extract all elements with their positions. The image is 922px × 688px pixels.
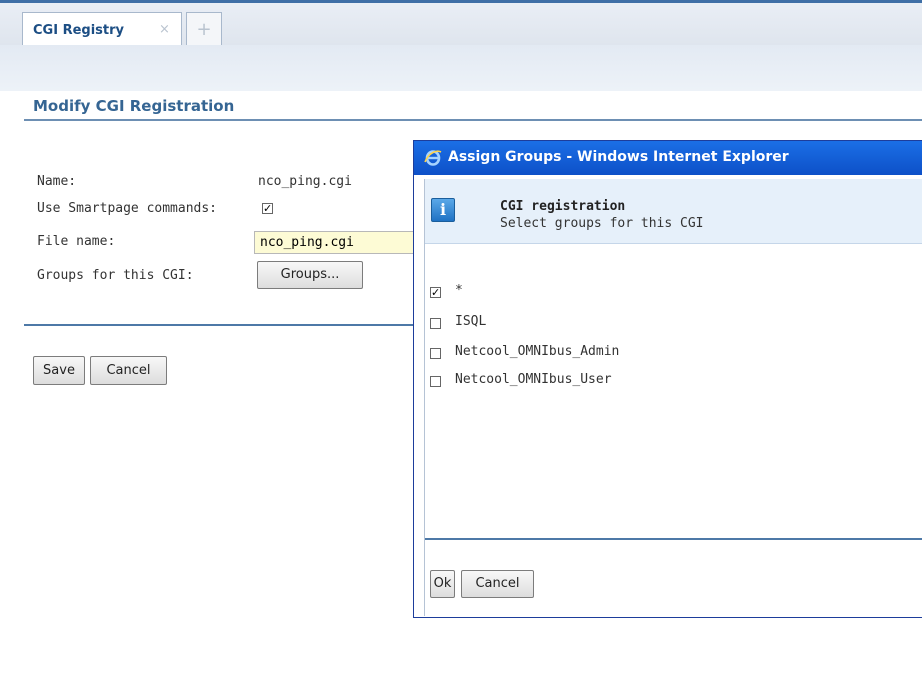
info-icon: i xyxy=(431,198,455,222)
dialog-body: i CGI registration Select groups for thi… xyxy=(424,179,922,616)
group-checkbox-all[interactable]: ✓ xyxy=(430,287,441,298)
group-checkbox-isql[interactable] xyxy=(430,318,441,329)
plus-icon[interactable]: + xyxy=(186,12,222,48)
name-value: nco_ping.cgi xyxy=(258,174,352,189)
group-label-netcool-admin: Netcool_OMNIbus_Admin xyxy=(455,344,620,359)
close-icon[interactable]: × xyxy=(159,22,170,37)
internet-explorer-icon xyxy=(424,150,442,166)
name-label: Name: xyxy=(37,174,77,189)
info-heading: CGI registration xyxy=(500,199,626,214)
group-label-isql: ISQL xyxy=(455,314,487,329)
dialog-cancel-button[interactable]: Cancel xyxy=(461,570,534,598)
info-panel: i CGI registration Select groups for thi… xyxy=(425,179,922,244)
save-button[interactable]: Save xyxy=(33,356,85,385)
cancel-button[interactable]: Cancel xyxy=(90,356,167,385)
groups-label: Groups for this CGI: xyxy=(37,268,194,283)
filename-input[interactable]: nco_ping.cgi xyxy=(254,231,414,254)
dialog-title: Assign Groups - Windows Internet Explore… xyxy=(448,149,789,165)
tab-title: CGI Registry xyxy=(33,23,124,38)
tab-strip: CGI Registry × + xyxy=(0,0,922,48)
toolbar-area xyxy=(0,45,922,91)
title-divider xyxy=(24,119,922,121)
smartpage-label: Use Smartpage commands: xyxy=(37,201,218,216)
info-text: Select groups for this CGI xyxy=(500,216,704,231)
page-title: Modify CGI Registration xyxy=(33,97,235,115)
dialog-titlebar[interactable]: Assign Groups - Windows Internet Explore… xyxy=(414,141,922,175)
group-label-all: * xyxy=(455,283,463,298)
dialog-divider xyxy=(425,538,922,540)
group-checkbox-netcool-admin[interactable] xyxy=(430,348,441,359)
assign-groups-dialog: Assign Groups - Windows Internet Explore… xyxy=(413,140,922,618)
smartpage-checkbox[interactable]: ✓ xyxy=(262,203,273,214)
filename-label: File name: xyxy=(37,234,116,249)
groups-button[interactable]: Groups... xyxy=(257,261,363,289)
tab-cgi-registry[interactable]: CGI Registry × xyxy=(22,12,182,48)
ok-button[interactable]: Ok xyxy=(430,570,455,598)
group-label-netcool-user: Netcool_OMNIbus_User xyxy=(455,372,612,387)
form-divider xyxy=(24,324,416,326)
group-checkbox-netcool-user[interactable] xyxy=(430,376,441,387)
